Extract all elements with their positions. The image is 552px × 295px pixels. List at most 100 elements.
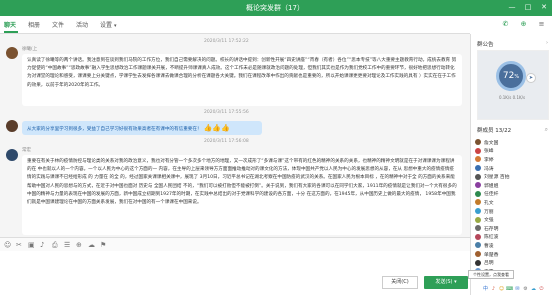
member-item[interactable]: 任佳纤 — [475, 190, 551, 199]
top-actions: ✆ ⊕ ≡ — [470, 16, 552, 34]
member-item[interactable]: 吕明 — [475, 258, 551, 267]
members-title: 群成员 13/22 — [477, 128, 512, 134]
music-icon[interactable]: ♪ — [40, 241, 44, 249]
chevron-down-icon[interactable]: ▾ — [454, 279, 457, 285]
cloud-icon[interactable]: ☁ — [530, 286, 537, 293]
avatar[interactable] — [6, 120, 18, 132]
message-time: 2020/3/11 17:55:56 — [204, 110, 249, 115]
close-button[interactable]: 关闭(C) — [382, 276, 418, 289]
member-avatar — [475, 165, 481, 172]
member-avatar — [475, 251, 481, 258]
power-icon[interactable]: ⏻ — [538, 286, 545, 293]
system-tray: 中 ♪ ☺ ⌨ ✉ ⚙ ☁ ⏻ — [482, 283, 552, 295]
member-name: 万丽 — [484, 209, 494, 215]
gauge-value: 72 — [502, 71, 515, 81]
member-avatar — [475, 225, 481, 232]
member-name: 石存明 — [484, 226, 499, 232]
avatar[interactable] — [6, 149, 18, 161]
scissors-icon[interactable]: ✂ — [16, 241, 22, 249]
message-bubble[interactable]: 重要在有关于林的疫情防控与理论类的关系对我的政治意义，我也对有分管一个多次多个地… — [22, 155, 462, 235]
member-item[interactable]: 詹文国 — [475, 138, 551, 147]
thumbs-up-icon: 👍👍👍 — [203, 124, 230, 132]
speed-gauge: 72% — [496, 61, 526, 91]
member-item[interactable]: 石存明 — [475, 224, 551, 233]
tab-album[interactable]: 相册 — [28, 20, 40, 29]
tab-settings[interactable]: 设置 ▾ — [100, 20, 116, 29]
member-item[interactable]: 单楚香 — [475, 250, 551, 259]
member-avatar — [475, 173, 481, 180]
send-label: 发送(S) — [435, 279, 453, 285]
member-item[interactable]: 冯涛 — [475, 164, 551, 173]
active-tab-indicator — [4, 31, 18, 33]
member-avatar — [475, 208, 481, 215]
member-name: 陈红波 — [484, 235, 499, 241]
tab-files[interactable]: 文件 — [52, 20, 64, 29]
message-bubble[interactable]: 认真读了徐曦等的两个讲话。我注意到在谈到我们马院的工作方位，我们自己需要解决的问… — [22, 54, 462, 106]
gauge-unit: % — [514, 74, 520, 80]
add-icon[interactable]: ⊕ — [76, 241, 82, 249]
member-name: 吕明 — [484, 261, 494, 267]
member-item[interactable]: 刘星源 百拍 — [475, 172, 551, 181]
member-avatar — [475, 139, 481, 146]
member-name: 刘星源 百拍 — [484, 175, 510, 181]
tab-bar: 聊天 相册 文件 活动 设置 ▾ — [0, 16, 470, 34]
member-item[interactable]: 郭姐姐 — [475, 181, 551, 190]
message-sender: 常宏 — [22, 148, 31, 153]
chat-history[interactable]: 2020/3/11 17:52:22 徐曦(上 认真读了徐曦等的两个讲话。我注意… — [0, 34, 470, 237]
mail-icon[interactable]: ✉ — [514, 286, 521, 293]
image-icon[interactable]: ▣ — [28, 241, 35, 249]
add-member-icon[interactable]: ⊕ — [518, 19, 529, 30]
search-icon[interactable]: ⌕ — [545, 126, 548, 134]
more-icon[interactable]: ≡ — [536, 19, 547, 30]
keyboard-icon[interactable]: ⌨ — [506, 286, 513, 293]
close-window-button[interactable]: ✕ — [540, 3, 548, 11]
tooltip: 个性设置，点我查看 — [468, 270, 514, 279]
member-avatar — [475, 190, 481, 197]
print-icon[interactable]: ⎙ — [52, 241, 58, 250]
input-toolbar: ☺ ✂ ▣ ♪ ⎙ ☰ ⊕ ☁ ⚑ — [0, 237, 470, 251]
notice-content[interactable]: 72% ➤ 0.1K/s 0.1K/s — [477, 50, 549, 120]
member-name: 曹凌 — [484, 243, 494, 249]
message-time: 2020/3/11 17:52:22 — [204, 39, 249, 44]
member-name: 张峰 — [484, 149, 494, 155]
member-item[interactable]: 陈红波 — [475, 233, 551, 242]
notice-title: 群公告 — [477, 42, 494, 48]
phone-icon[interactable]: ✆ — [500, 19, 511, 30]
tab-settings-label: 设置 — [100, 22, 113, 29]
member-name: 李婷 — [484, 157, 494, 163]
ime-icon[interactable]: 中 — [482, 286, 489, 293]
message-bubble[interactable]: 从大家的分享里学习到很多，受益了自己学习好很有效果高者在有课中的有信重要在！ 👍👍… — [22, 121, 262, 135]
settings-icon[interactable]: ⚙ — [522, 286, 529, 293]
emoji-icon[interactable]: ☺ — [498, 286, 505, 293]
member-item[interactable]: 万丽 — [475, 207, 551, 216]
member-item[interactable]: 曹凌 — [475, 241, 551, 250]
tab-activity[interactable]: 活动 — [76, 20, 88, 29]
flag-icon[interactable]: ⚑ — [100, 241, 106, 249]
cloud-icon[interactable]: ☁ — [88, 241, 95, 249]
member-name: 冯涛 — [484, 166, 494, 172]
chevron-right-icon[interactable]: › — [546, 40, 548, 46]
member-avatar — [475, 259, 481, 266]
member-avatar — [475, 242, 481, 249]
minimize-button[interactable]: — — [508, 3, 516, 11]
emoji-icon[interactable]: ☺ — [4, 241, 11, 249]
member-avatar — [475, 182, 481, 189]
member-item[interactable]: 李婷 — [475, 155, 551, 164]
chevron-down-icon: ▾ — [113, 23, 117, 29]
member-avatar — [475, 147, 481, 154]
avatar[interactable] — [6, 47, 18, 59]
list-icon[interactable]: ☰ — [64, 241, 70, 249]
member-item[interactable]: 孔文 — [475, 198, 551, 207]
message-time: 2020/3/11 17:56:08 — [204, 139, 249, 144]
member-item[interactable]: 张峰 — [475, 147, 551, 156]
member-name: 单楚香 — [484, 252, 499, 258]
member-item[interactable]: 文强 — [475, 215, 551, 224]
tab-chat[interactable]: 聊天 — [4, 20, 16, 29]
member-name: 文强 — [484, 218, 494, 224]
member-name: 孔文 — [484, 200, 494, 206]
send-button[interactable]: 发送(S) ▾ — [424, 276, 468, 289]
music-icon[interactable]: ♪ — [490, 286, 497, 293]
maximize-button[interactable]: □ — [524, 3, 532, 11]
member-avatar — [475, 216, 481, 223]
rocket-icon[interactable]: ➤ — [526, 73, 536, 83]
